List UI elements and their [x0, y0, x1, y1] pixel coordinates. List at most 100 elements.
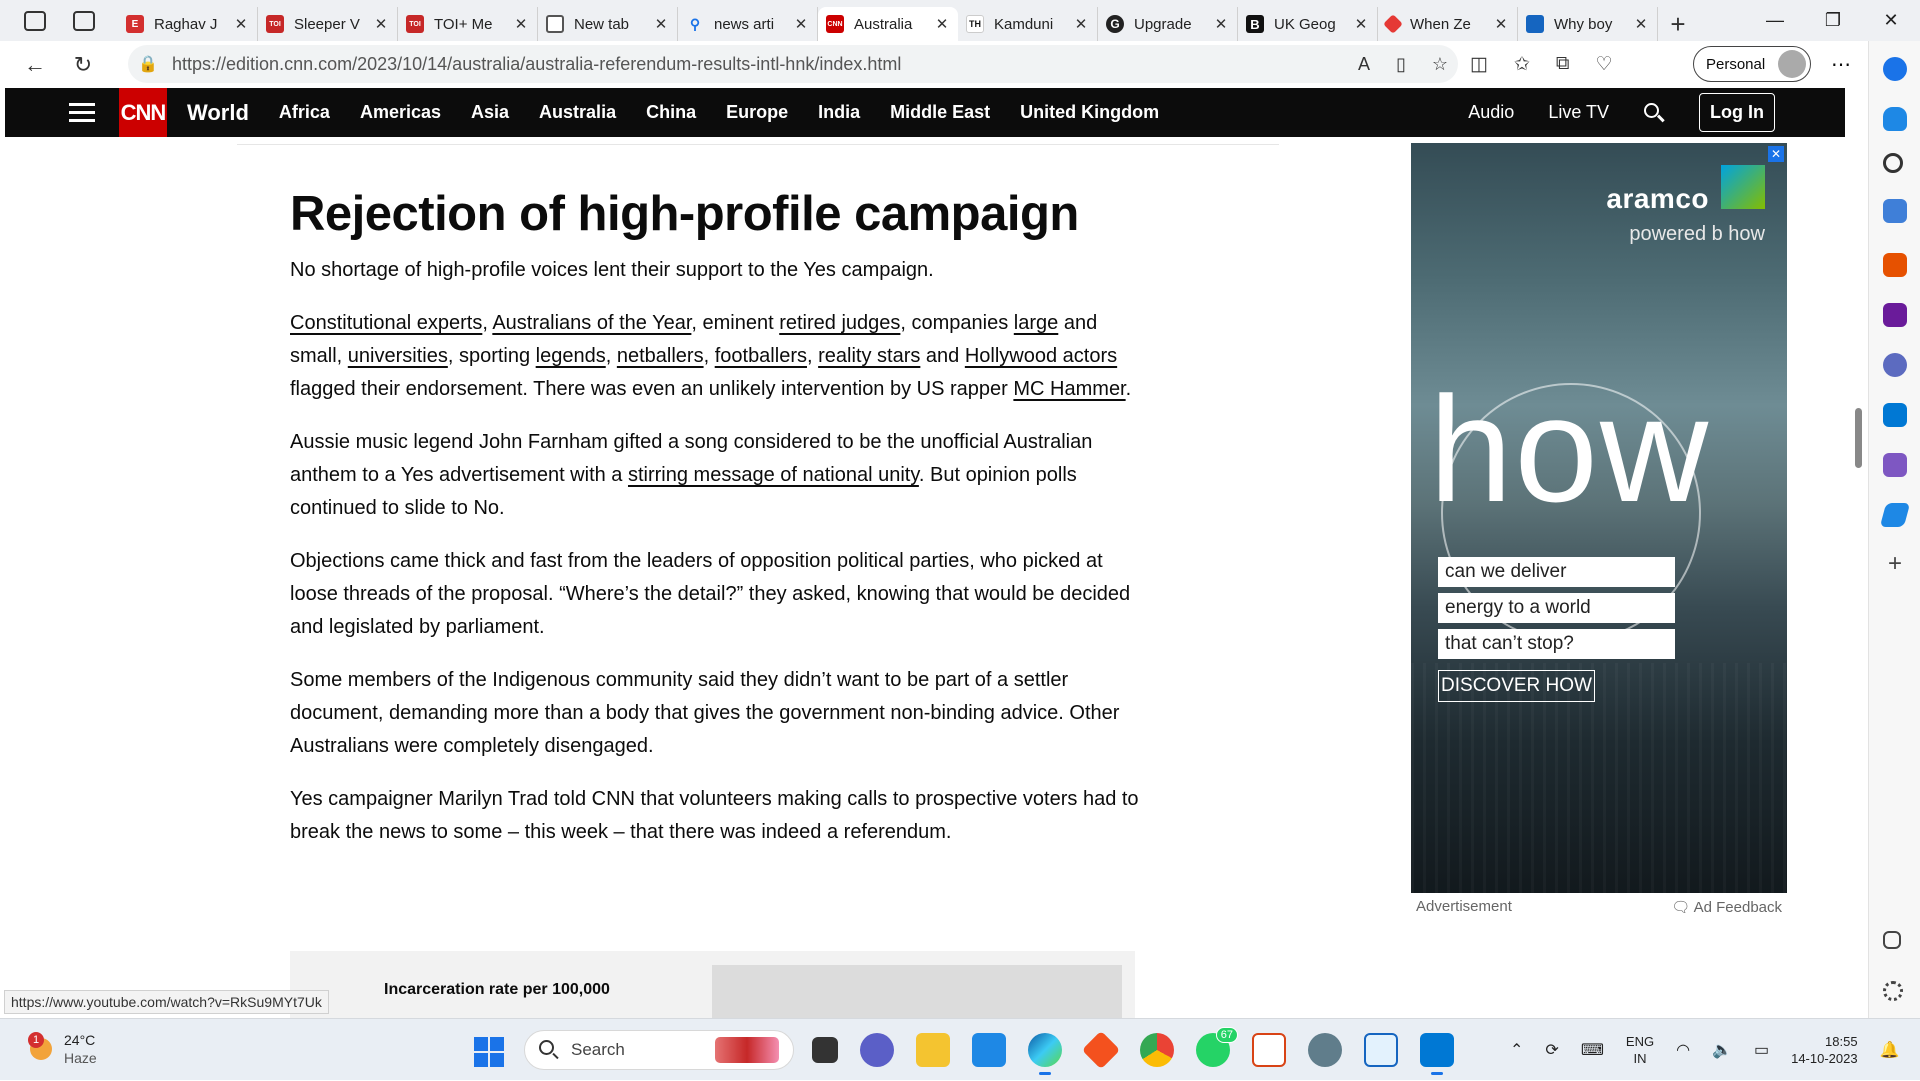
inline-link[interactable]: Hollywood actors	[965, 345, 1117, 367]
notification-bell-icon[interactable]	[1883, 107, 1907, 131]
edge-browser-icon[interactable]	[1028, 1033, 1062, 1075]
live-tv-link[interactable]: Live TV	[1548, 102, 1609, 123]
close-icon[interactable]: ✕	[653, 15, 669, 33]
volume-icon[interactable]: 🔈	[1712, 1040, 1732, 1060]
browser-tab[interactable]: Why boy ✕	[1518, 7, 1658, 41]
browser-tab[interactable]: B UK Geog ✕	[1238, 7, 1378, 41]
vscode-icon[interactable]	[1420, 1033, 1454, 1075]
inline-link[interactable]: Australians of the Year	[492, 312, 691, 334]
add-icon[interactable]: +	[1883, 552, 1907, 577]
toolbox-icon[interactable]	[1883, 253, 1907, 277]
outlook-icon[interactable]	[1883, 403, 1907, 427]
scrollbar-thumb[interactable]	[1855, 408, 1862, 468]
task-view-icon[interactable]	[812, 1037, 838, 1063]
inline-link[interactable]: universities	[348, 345, 448, 367]
inline-link[interactable]: MC Hammer	[1013, 378, 1125, 400]
performance-icon[interactable]: ♡	[1595, 53, 1612, 76]
weather-widget[interactable]: 1 24°C Haze	[28, 1031, 97, 1067]
close-window-icon[interactable]: ✕	[1862, 0, 1920, 40]
back-icon[interactable]: ←	[12, 45, 58, 85]
notepad-icon[interactable]	[1364, 1033, 1398, 1067]
profile-button[interactable]: Personal	[1693, 46, 1811, 82]
nav-item-europe[interactable]: Europe	[726, 102, 788, 123]
nav-item-united-kingdom[interactable]: United Kingdom	[1020, 102, 1159, 123]
page-scrollbar[interactable]	[1850, 88, 1868, 1018]
split-screen-icon[interactable]: ◫	[1470, 53, 1488, 76]
refresh-icon[interactable]: ↻	[60, 45, 106, 85]
browser-tab-active[interactable]: CNN Australia ✕	[818, 7, 958, 41]
close-icon[interactable]: ✕	[934, 15, 950, 33]
read-aloud-icon[interactable]: A	[1358, 54, 1370, 75]
nav-item-asia[interactable]: Asia	[471, 102, 509, 123]
chevron-up-icon[interactable]: ⌃	[1510, 1040, 1523, 1060]
close-icon[interactable]: ✕	[1493, 15, 1509, 33]
keyboard-icon[interactable]: ⌨	[1581, 1040, 1604, 1060]
restore-icon[interactable]: ❐	[1804, 0, 1862, 40]
immersive-reader-icon[interactable]: ▯	[1396, 54, 1406, 75]
ad-feedback-link[interactable]: 🗨 Ad Feedback	[1671, 898, 1782, 916]
inline-link[interactable]: netballers	[617, 345, 704, 367]
browser-tab[interactable]: When Ze ✕	[1378, 7, 1518, 41]
whatsapp-icon[interactable]: 67	[1196, 1027, 1238, 1067]
settings-gear-icon[interactable]	[1308, 1033, 1342, 1067]
close-icon[interactable]: ✕	[513, 15, 529, 33]
close-icon[interactable]: ✕	[233, 15, 249, 33]
close-icon[interactable]: ✕	[1073, 15, 1089, 33]
teams-chat-icon[interactable]	[860, 1033, 894, 1067]
favorite-star-icon[interactable]: ☆	[1432, 54, 1448, 75]
nav-item-americas[interactable]: Americas	[360, 102, 441, 123]
close-icon[interactable]: ✕	[1633, 15, 1649, 33]
workspaces-icon[interactable]	[23, 10, 46, 31]
settings-gear-icon[interactable]	[1883, 981, 1903, 1001]
microsoft-365-icon[interactable]	[1883, 353, 1907, 377]
language-indicator[interactable]: ENG IN	[1626, 1033, 1654, 1067]
notifications-icon[interactable]: 🔔	[1880, 1040, 1900, 1060]
minimize-icon[interactable]: —	[1746, 0, 1804, 40]
battery-icon[interactable]: ▭	[1754, 1040, 1769, 1060]
nav-item-africa[interactable]: Africa	[279, 102, 330, 123]
wifi-icon[interactable]: ◠	[1676, 1040, 1690, 1060]
close-icon[interactable]: ✕	[373, 15, 389, 33]
cnn-logo[interactable]: CNN	[119, 88, 167, 137]
inline-link[interactable]: reality stars	[818, 345, 920, 367]
inline-link[interactable]: legends	[536, 345, 606, 367]
more-icon[interactable]: ⋯	[1826, 45, 1856, 83]
close-icon[interactable]: ✕	[1353, 15, 1369, 33]
browser-tab[interactable]: TOI Sleeper V ✕	[258, 7, 398, 41]
discover-how-button[interactable]: DISCOVER HOW	[1438, 670, 1595, 702]
nav-item-china[interactable]: China	[646, 102, 696, 123]
section-title[interactable]: World	[187, 100, 249, 126]
anydesk-icon[interactable]	[1081, 1030, 1121, 1070]
lock-icon[interactable]: 🔒	[128, 54, 168, 74]
inline-link[interactable]: large	[1014, 312, 1058, 334]
browser-tab[interactable]: E Raghav J ✕	[118, 7, 258, 41]
audio-link[interactable]: Audio	[1468, 102, 1514, 123]
pdf-reader-icon[interactable]	[1252, 1033, 1286, 1067]
sidebar-toggle-icon[interactable]	[1883, 931, 1901, 949]
clock[interactable]: 18:55 14-10-2023	[1791, 1033, 1858, 1067]
advertisement[interactable]: ✕ aramco powered b how how can we delive…	[1411, 143, 1787, 893]
shopping-tag-icon[interactable]	[1883, 199, 1907, 223]
nav-item-australia[interactable]: Australia	[539, 102, 616, 123]
windows-start-icon[interactable]	[474, 1037, 504, 1067]
close-icon[interactable]: ✕	[793, 15, 809, 33]
inline-link[interactable]: Constitutional experts	[290, 312, 482, 334]
sync-icon[interactable]: ⟳	[1545, 1040, 1558, 1060]
games-icon[interactable]	[1883, 303, 1907, 327]
drop-icon[interactable]	[1879, 503, 1911, 527]
browser-tab[interactable]: New tab ✕	[538, 7, 678, 41]
hamburger-menu-icon[interactable]	[69, 98, 95, 127]
chrome-icon[interactable]	[1140, 1033, 1174, 1067]
designer-icon[interactable]	[1883, 453, 1907, 477]
search-icon[interactable]	[1643, 102, 1665, 124]
inline-link[interactable]: stirring message of national unity	[628, 464, 919, 486]
taskbar-search[interactable]: Search	[524, 1030, 794, 1070]
inline-link[interactable]: footballers	[715, 345, 807, 367]
browser-tab[interactable]: TH Kamduni ✕	[958, 7, 1098, 41]
bing-copilot-icon[interactable]	[1883, 57, 1907, 81]
address-bar[interactable]: 🔒 https://edition.cnn.com/2023/10/14/aus…	[128, 45, 1458, 83]
mail-icon[interactable]	[972, 1033, 1006, 1067]
favorites-icon[interactable]: ✩	[1514, 53, 1530, 76]
browser-tab[interactable]: TOI TOI+ Me ✕	[398, 7, 538, 41]
tab-actions-icon[interactable]	[72, 10, 95, 31]
